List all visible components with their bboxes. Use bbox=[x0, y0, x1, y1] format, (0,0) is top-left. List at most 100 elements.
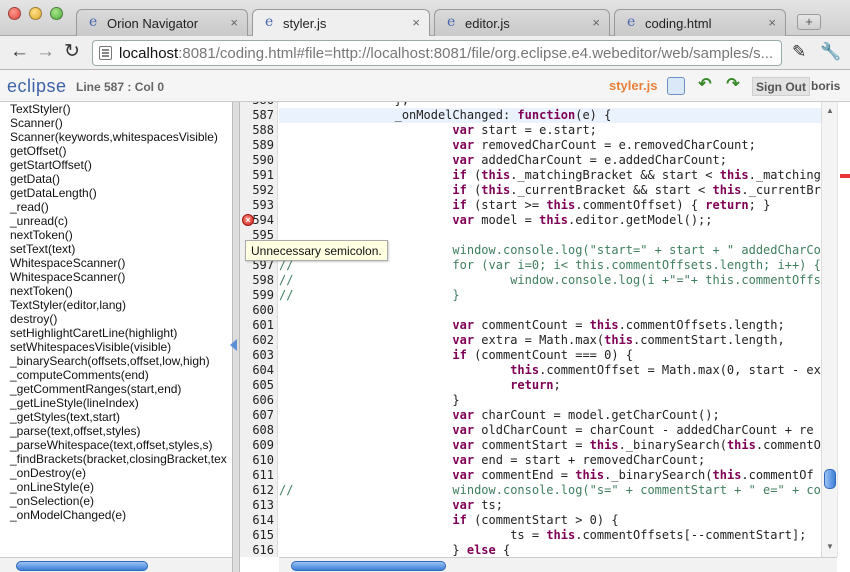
forward-button[interactable]: → bbox=[36, 42, 55, 62]
overview-error-mark[interactable] bbox=[840, 174, 850, 178]
outline-horizontal-scrollbar[interactable] bbox=[0, 557, 232, 572]
code-line[interactable] bbox=[279, 303, 821, 318]
code-line[interactable]: _onModelChanged: function(e) { bbox=[279, 108, 821, 123]
outline-item[interactable]: WhitespaceScanner() bbox=[0, 270, 232, 284]
code-line[interactable]: // } bbox=[279, 288, 821, 303]
code-line[interactable]: if (start >= this.commentOffset) { retur… bbox=[279, 198, 821, 213]
outline-item[interactable]: _onModelChanged(e) bbox=[0, 508, 232, 522]
code-line[interactable]: var extra = Math.max(this.commentStart.l… bbox=[279, 333, 821, 348]
outline-item[interactable]: _computeComments(end) bbox=[0, 368, 232, 382]
code-line[interactable]: if (commentStart > 0) { bbox=[279, 513, 821, 528]
code-line[interactable]: ts = this.commentOffsets[--commentStart]… bbox=[279, 528, 821, 543]
reload-button[interactable]: ↻ bbox=[64, 42, 80, 62]
outline-item[interactable]: getData() bbox=[0, 172, 232, 186]
outline-item[interactable]: setWhitespacesVisible(visible) bbox=[0, 340, 232, 354]
code-token: this bbox=[726, 438, 756, 452]
close-tab-icon[interactable]: × bbox=[768, 15, 776, 30]
browser-tab[interactable]: e coding.html × bbox=[614, 9, 786, 36]
close-tab-icon[interactable]: × bbox=[592, 15, 600, 30]
back-button[interactable]: ← bbox=[10, 42, 29, 62]
editor-horizontal-scrollbar[interactable] bbox=[279, 557, 837, 572]
browser-tab[interactable]: e styler.js × bbox=[252, 9, 430, 37]
outline-item[interactable]: _onLineStyle(e) bbox=[0, 480, 232, 494]
code-line[interactable]: var commentCount = this.commentOffsets.l… bbox=[279, 318, 821, 333]
outline-item[interactable]: _findBrackets(bracket,closingBracket,tex bbox=[0, 452, 232, 466]
outline-scroll-thumb[interactable] bbox=[16, 561, 148, 571]
sign-out-button[interactable]: Sign Out bbox=[752, 77, 810, 96]
redo-icon[interactable]: ↷ bbox=[724, 77, 742, 95]
undo-icon[interactable]: ↶ bbox=[696, 77, 714, 95]
outline-item[interactable]: setHighlightCaretLine(highlight) bbox=[0, 326, 232, 340]
minimize-window-button[interactable] bbox=[29, 7, 42, 20]
code-token: removedCharCount = e.removedCharCount; bbox=[474, 138, 756, 152]
code-line[interactable]: var model = this.editor.getModel();; bbox=[279, 213, 821, 228]
close-tab-icon[interactable]: × bbox=[412, 15, 420, 30]
editor-vertical-scrollbar[interactable]: ▲ ▼ bbox=[821, 102, 837, 557]
outline-item[interactable]: _parse(text,offset,styles) bbox=[0, 424, 232, 438]
save-file-icon[interactable] bbox=[667, 77, 685, 95]
code-line[interactable]: } bbox=[279, 393, 821, 408]
code-line[interactable]: var oldCharCount = charCount - addedChar… bbox=[279, 423, 821, 438]
wrench-menu-icon[interactable]: 🔧 bbox=[820, 42, 841, 62]
outline-item[interactable]: _onDestroy(e) bbox=[0, 466, 232, 480]
outline-item[interactable]: Scanner() bbox=[0, 116, 232, 130]
code-line[interactable]: if (this._currentBracket && start < this… bbox=[279, 183, 821, 198]
line-number: 607 bbox=[252, 408, 274, 422]
code-line[interactable]: // window.console.log("s=" + commentStar… bbox=[279, 483, 821, 498]
outline-item[interactable]: _onSelection(e) bbox=[0, 494, 232, 508]
line-number: 600 bbox=[252, 303, 274, 317]
code-line[interactable]: if (this._matchingBracket && start < thi… bbox=[279, 168, 821, 183]
collapse-arrow-icon[interactable] bbox=[230, 339, 237, 351]
code-line[interactable]: var ts; bbox=[279, 498, 821, 513]
code-line[interactable]: return; bbox=[279, 378, 821, 393]
code-line[interactable]: var end = start + removedCharCount; bbox=[279, 453, 821, 468]
new-tab-button[interactable]: + bbox=[797, 14, 821, 30]
outline-item[interactable]: getDataLength() bbox=[0, 186, 232, 200]
outline-item[interactable]: _getLineStyle(lineIndex) bbox=[0, 396, 232, 410]
outline-item[interactable]: nextToken() bbox=[0, 228, 232, 242]
outline-item[interactable]: _getStyles(text,start) bbox=[0, 410, 232, 424]
browser-tab[interactable]: e Orion Navigator × bbox=[76, 9, 248, 36]
scroll-up-arrow-icon[interactable]: ▲ bbox=[826, 106, 834, 115]
code-line[interactable]: var start = e.start; bbox=[279, 123, 821, 138]
code-line[interactable]: var removedCharCount = e.removedCharCoun… bbox=[279, 138, 821, 153]
error-marker-icon[interactable]: × bbox=[242, 214, 254, 226]
zoom-window-button[interactable] bbox=[50, 7, 63, 20]
code-line[interactable]: this.commentOffset = Math.max(0, start -… bbox=[279, 363, 821, 378]
code-editor[interactable]: }, _onModelChanged: function(e) { var st… bbox=[279, 102, 821, 557]
outline-item[interactable]: nextToken() bbox=[0, 284, 232, 298]
code-line[interactable]: var commentStart = this._binarySearch(th… bbox=[279, 438, 821, 453]
code-line[interactable]: var commentEnd = this._binarySearch(this… bbox=[279, 468, 821, 483]
outline-item[interactable]: _parseWhitespace(text,offset,styles,s) bbox=[0, 438, 232, 452]
outline-item[interactable]: getOffset() bbox=[0, 144, 232, 158]
code-token: .commentOf bbox=[741, 468, 814, 482]
outline-item[interactable]: TextStyler(editor,lang) bbox=[0, 298, 232, 312]
code-token: ( bbox=[466, 168, 482, 182]
editor-scroll-thumb[interactable] bbox=[824, 469, 836, 489]
outline-item[interactable]: _binarySearch(offsets,offset,low,high) bbox=[0, 354, 232, 368]
code-line[interactable]: if (commentCount === 0) { bbox=[279, 348, 821, 363]
close-window-button[interactable] bbox=[8, 7, 21, 20]
outline-item[interactable]: WhitespaceScanner() bbox=[0, 256, 232, 270]
code-line[interactable]: var charCount = model.getCharCount(); bbox=[279, 408, 821, 423]
code-line[interactable]: var addedCharCount = e.addedCharCount; bbox=[279, 153, 821, 168]
close-tab-icon[interactable]: × bbox=[230, 15, 238, 30]
editor-hscroll-thumb[interactable] bbox=[291, 561, 446, 571]
bookmark-tool-icon[interactable]: ✎ bbox=[792, 42, 806, 62]
outline-item[interactable]: getStartOffset() bbox=[0, 158, 232, 172]
code-line[interactable]: // window.console.log(i +"="+ this.comme… bbox=[279, 273, 821, 288]
address-bar[interactable]: localhost:8081/coding.html#file=http://l… bbox=[92, 40, 782, 66]
code-token: this bbox=[604, 333, 634, 347]
outline-item[interactable]: setText(text) bbox=[0, 242, 232, 256]
outline-item[interactable]: _getCommentRanges(start,end) bbox=[0, 382, 232, 396]
outline-item[interactable]: _unread(c) bbox=[0, 214, 232, 228]
outline-item[interactable]: destroy() bbox=[0, 312, 232, 326]
outline-item[interactable]: Scanner(keywords,whitespacesVisible) bbox=[0, 130, 232, 144]
outline-item[interactable]: _read() bbox=[0, 200, 232, 214]
browser-tab[interactable]: e editor.js × bbox=[434, 9, 610, 36]
pane-splitter[interactable] bbox=[232, 102, 240, 572]
outline-item[interactable]: TextStyler() bbox=[0, 102, 232, 116]
scroll-down-arrow-icon[interactable]: ▼ bbox=[826, 542, 834, 551]
eclipse-logo[interactable]: eclipse bbox=[7, 76, 67, 97]
code-line[interactable]: } else { bbox=[279, 543, 821, 557]
